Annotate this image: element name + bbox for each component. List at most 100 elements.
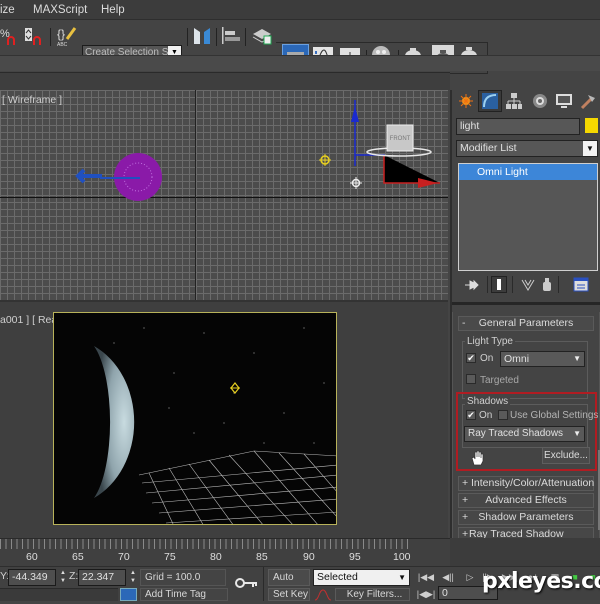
rollout-shadow-parameters[interactable]: + Shadow Parameters — [458, 510, 594, 525]
chevron-down-icon: ▼ — [573, 354, 581, 363]
camera-target-gizmo[interactable] — [350, 177, 362, 189]
go-to-start-icon[interactable]: |◀◀ — [416, 570, 436, 584]
svg-text:{}: {} — [57, 27, 65, 41]
chevron-down-icon: ▼ — [573, 429, 581, 438]
modifier-list-dropdown[interactable]: Modifier List ▼ — [456, 140, 598, 157]
menu-customize[interactable]: ize — [0, 4, 15, 16]
menu-bar: ize MAXScript Help — [0, 0, 600, 20]
use-global-settings-label: Use Global Settings — [510, 410, 599, 421]
key-mode-toggle-icon[interactable]: |◀▶| — [416, 587, 436, 601]
timeline-ticks — [0, 539, 410, 549]
chevron-down-icon: ▼ — [583, 141, 597, 156]
pin-stack-icon[interactable] — [464, 278, 480, 295]
tick-label: 100 — [393, 551, 411, 563]
timeline-right-area — [450, 538, 600, 566]
toolbar-separator — [50, 28, 51, 46]
configure-modifier-sets-icon[interactable] — [573, 277, 589, 295]
safe-frame-render[interactable] — [53, 312, 337, 525]
toolbar-separator — [512, 276, 513, 293]
watermark: pxleyes.com — [482, 569, 600, 594]
omni-light-gizmo[interactable] — [230, 382, 240, 394]
toolbar-separator — [487, 276, 488, 293]
layer-manager-icon[interactable] — [250, 24, 274, 48]
tick-label: 80 — [210, 551, 222, 563]
light-on-checkbox[interactable]: ✔ — [466, 353, 476, 363]
utilities-tab[interactable] — [576, 90, 600, 112]
edit-named-selection-icon[interactable]: {} ABC — [55, 24, 79, 48]
modifier-stack[interactable]: Omni Light — [458, 163, 598, 271]
align-icon[interactable] — [219, 24, 243, 48]
auto-key-button[interactable]: Auto Key — [268, 569, 310, 598]
menu-help[interactable]: Help — [101, 4, 125, 16]
z-coord-spinner[interactable]: ▲ ▼ — [129, 569, 137, 586]
percent-snap-icon[interactable]: % — [0, 24, 18, 48]
y-coord-spinner[interactable]: ▲ ▼ — [59, 569, 67, 586]
stack-item-omni-light[interactable]: Omni Light — [459, 164, 597, 180]
use-global-settings-checkbox[interactable] — [498, 410, 508, 420]
stars — [113, 327, 325, 444]
motion-tab[interactable] — [528, 90, 552, 112]
light-type-dropdown[interactable]: Omni ▼ — [500, 351, 585, 367]
set-key-button[interactable]: Set Key — [268, 588, 310, 601]
object-name-field[interactable]: light — [456, 118, 580, 135]
add-time-tag-button[interactable]: Add Time Tag — [140, 588, 228, 601]
spinner-snap-icon[interactable] — [22, 24, 46, 48]
toolbar-separator — [187, 28, 188, 46]
hierarchy-tab[interactable] — [502, 90, 526, 112]
viewport-top-scene: FRONT — [75, 100, 440, 201]
show-end-result-icon[interactable] — [491, 276, 507, 293]
previous-frame-icon[interactable]: ◀|| — [438, 570, 458, 584]
viewcube[interactable]: FRONT — [366, 124, 432, 157]
create-tab[interactable] — [454, 90, 478, 112]
light-type-group — [462, 341, 588, 399]
mirror-icon[interactable] — [190, 24, 214, 48]
targeted-checkbox[interactable] — [466, 374, 476, 384]
shadow-type-dropdown[interactable]: Ray Traced Shadows ▼ — [464, 426, 585, 442]
hand-cursor-icon — [470, 449, 486, 469]
viewport-camera-realistic[interactable]: a001 ] [ Realistic ] — [0, 300, 448, 538]
svg-text:ABC: ABC — [57, 42, 68, 48]
make-unique-icon[interactable] — [520, 278, 536, 295]
panel-divider — [452, 302, 600, 305]
shadows-on-label: On — [479, 410, 493, 421]
shadows-group-title: Shadows — [465, 396, 511, 407]
planet-object[interactable] — [75, 153, 162, 201]
time-tag-icon[interactable] — [120, 588, 137, 601]
ground-grid — [138, 450, 336, 524]
ribbon-strip — [0, 55, 600, 71]
z-coord-field[interactable]: 22.347 — [78, 569, 126, 586]
tick-label: 95 — [349, 551, 361, 563]
command-panel: light Modifier List ▼ Omni Light - Gener — [450, 90, 600, 559]
key-filters-button[interactable]: Key Filters... — [335, 588, 410, 601]
stack-toolbar — [460, 276, 600, 294]
remove-modifier-icon[interactable] — [540, 277, 554, 295]
tick-label: 90 — [303, 551, 315, 563]
tick-label: 75 — [164, 551, 176, 563]
toolbar-separator — [263, 567, 264, 601]
light-on-label: On — [480, 353, 494, 364]
key-tangent-icon[interactable] — [313, 588, 333, 604]
exclude-button[interactable]: Exclude... — [542, 447, 590, 464]
timeline-track[interactable]: 60 65 70 75 80 85 90 95 100 — [0, 538, 450, 566]
rollout-general-parameters[interactable]: - General Parameters — [458, 316, 594, 331]
menu-maxscript[interactable]: MAXScript — [33, 4, 87, 16]
modify-tab[interactable] — [478, 90, 502, 112]
key-mode-dropdown[interactable]: Selected ▼ — [313, 569, 410, 586]
omni-light-gizmo[interactable] — [319, 154, 331, 166]
viewport-top-wireframe[interactable]: [ Wireframe ] FRONT — [0, 90, 448, 300]
shadows-on-checkbox[interactable]: ✔ — [466, 410, 476, 420]
planet-render — [94, 346, 135, 498]
y-coord-field[interactable]: -44.349 — [8, 569, 56, 586]
display-tab[interactable] — [552, 90, 576, 112]
light-type-group-title: Light Type — [465, 336, 515, 347]
viewport-header-strip — [0, 72, 450, 90]
rollout-intensity-color-attenuation[interactable]: + Intensity/Color/Attenuation — [458, 476, 594, 491]
main-toolbar: % {} ABC Create Selection Se ▼ — [0, 20, 600, 74]
chevron-down-icon: ▼ — [398, 573, 406, 582]
prompt-line — [0, 588, 118, 601]
rollout-advanced-effects[interactable]: + Advanced Effects — [458, 493, 594, 508]
key-icon[interactable] — [235, 577, 259, 592]
play-icon[interactable]: ▷ — [460, 570, 480, 584]
grid-spacing-readout: Grid = 100.0 — [140, 569, 226, 586]
object-color-swatch[interactable] — [585, 118, 598, 133]
